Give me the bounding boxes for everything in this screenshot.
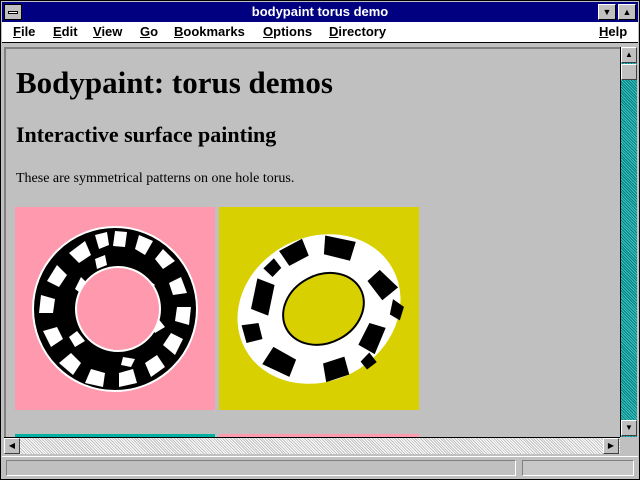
vertical-scrollbar[interactable]: ▲ ▼ (620, 47, 637, 437)
menu-edit[interactable]: Edit (53, 24, 78, 39)
title-bar[interactable]: bodypaint torus demo ▼ ▲ (2, 2, 638, 22)
menu-file[interactable]: File (13, 24, 35, 39)
triangle-down-icon: ▼ (602, 7, 612, 17)
yellow-torus-image[interactable] (219, 207, 419, 410)
menu-bar: File Edit View Go Bookmarks Options Dire… (2, 22, 638, 43)
scroll-right-button[interactable]: ▶ (603, 438, 619, 454)
status-bar (2, 456, 638, 479)
pink-torus-image[interactable] (15, 207, 215, 410)
page-description: These are symmetrical patterns on one ho… (16, 171, 295, 186)
page-content: Bodypaint: torus demos Interactive surfa… (4, 47, 620, 437)
menu-view[interactable]: View (93, 24, 122, 39)
triangle-left-icon: ◀ (8, 441, 16, 450)
triangle-right-icon: ▶ (607, 441, 615, 450)
horizontal-scrollbar[interactable]: ◀ ▶ (4, 437, 620, 454)
maximize-button[interactable]: ▲ (618, 4, 636, 20)
menu-directory[interactable]: Directory (329, 24, 386, 39)
menu-help[interactable]: Help (599, 24, 627, 39)
vertical-scroll-thumb[interactable] (621, 64, 637, 80)
progress-indicator (522, 460, 634, 476)
window-title: bodypaint torus demo (251, 4, 389, 19)
triangle-down-icon: ▼ (625, 423, 633, 432)
minimize-button[interactable]: ▼ (598, 4, 616, 20)
menu-options[interactable]: Options (263, 24, 312, 39)
status-message-area (6, 460, 516, 476)
menu-go[interactable]: Go (140, 24, 158, 39)
browser-window: bodypaint torus demo ▼ ▲ File Edit View … (0, 0, 640, 480)
yellow-torus-graphic (219, 207, 419, 410)
pink-torus-graphic (15, 207, 215, 410)
triangle-up-icon: ▲ (622, 7, 632, 17)
page-subtitle: Interactive surface painting (16, 122, 277, 147)
scroll-down-button[interactable]: ▼ (621, 420, 637, 436)
triangle-up-icon: ▲ (625, 50, 633, 59)
scroll-left-button[interactable]: ◀ (4, 438, 20, 454)
page-title: Bodypaint: torus demos (16, 65, 333, 100)
menu-bookmarks[interactable]: Bookmarks (174, 24, 245, 39)
scrollbar-corner (620, 437, 637, 454)
scroll-up-button[interactable]: ▲ (621, 47, 637, 63)
